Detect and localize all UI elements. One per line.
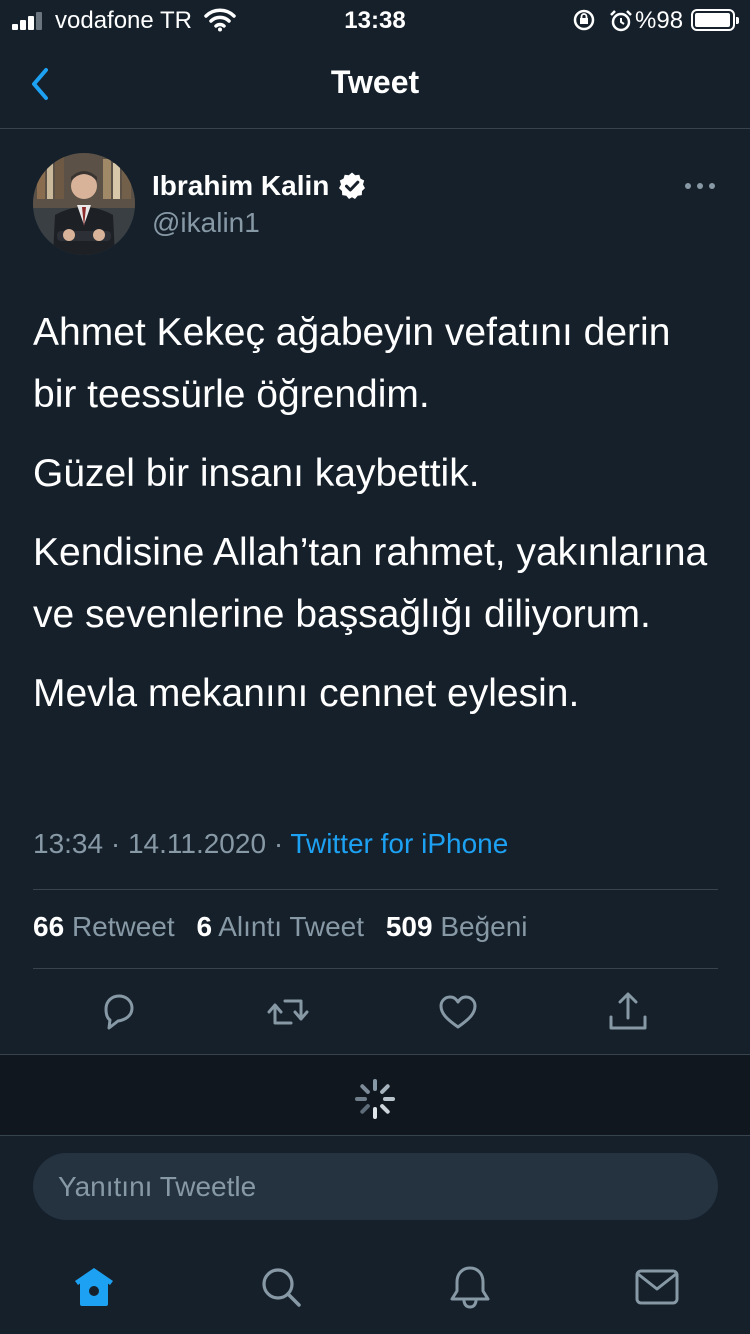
messages-icon[interactable] bbox=[633, 1263, 681, 1311]
reply-placeholder: Yanıtını Tweetle bbox=[58, 1171, 257, 1202]
page-title: Tweet bbox=[330, 64, 420, 100]
like-count: 509 bbox=[385, 911, 433, 942]
divider bbox=[33, 968, 718, 969]
search-icon[interactable] bbox=[257, 1263, 305, 1311]
share-icon[interactable] bbox=[606, 990, 650, 1034]
retweet-count: 66 bbox=[33, 911, 65, 942]
divider bbox=[33, 889, 718, 890]
tweet-source-link[interactable]: Twitter for iPhone bbox=[290, 828, 508, 859]
verified-badge-icon bbox=[339, 172, 366, 199]
battery-percentage: %98 bbox=[635, 7, 684, 34]
meta-separator: · bbox=[273, 828, 284, 859]
tweet-meta: 13:34 · 14.11.2020 · Twitter for iPhone bbox=[33, 828, 508, 860]
tweet-date: 14.11.2020 bbox=[127, 828, 267, 859]
reply-input[interactable]: Yanıtını Tweetle bbox=[33, 1153, 718, 1220]
replies-loading-area bbox=[0, 1055, 750, 1135]
author-name-text: Ibrahim Kalin bbox=[152, 170, 330, 201]
status-bar: vodafone TR 13:38 %98 bbox=[0, 0, 750, 40]
divider bbox=[0, 1135, 750, 1136]
tweet-text: Ahmet Kekeç ağabeyin vefatını derin bir … bbox=[33, 302, 723, 742]
author-handle[interactable]: @ikalin1 bbox=[152, 207, 260, 239]
quotes-stat[interactable]: 6 Alıntı Tweet bbox=[196, 911, 364, 942]
loading-spinner-icon bbox=[355, 1079, 395, 1119]
like-icon[interactable] bbox=[436, 990, 480, 1034]
retweets-stat[interactable]: 66 Retweet bbox=[33, 911, 175, 942]
tweet-paragraph: Güzel bir insanı kaybettik. bbox=[33, 452, 480, 495]
author-name[interactable]: Ibrahim Kalin bbox=[152, 170, 367, 202]
more-options-icon[interactable] bbox=[684, 176, 716, 196]
tweet-actions bbox=[0, 990, 750, 1035]
orientation-lock-icon bbox=[573, 9, 595, 31]
alarm-icon bbox=[609, 10, 632, 32]
notifications-icon[interactable] bbox=[446, 1263, 494, 1311]
tweet-paragraph: Mevla mekanını cennet eylesin. bbox=[33, 672, 580, 715]
likes-stat[interactable]: 509 Beğeni bbox=[386, 911, 528, 942]
retweet-label: Retweet bbox=[71, 911, 175, 942]
tweet-paragraph: Ahmet Kekeç ağabeyin vefatını derin bir … bbox=[33, 311, 671, 416]
tweet-time: 13:34 bbox=[33, 828, 104, 859]
battery-icon bbox=[691, 9, 739, 31]
tweet-paragraph: Kendisine Allah’tan rahmet, yakınlarına … bbox=[33, 531, 708, 636]
nav-header: Tweet bbox=[0, 40, 750, 129]
bottom-tab-bar bbox=[0, 1245, 750, 1334]
avatar[interactable] bbox=[33, 153, 135, 255]
reply-icon[interactable] bbox=[96, 990, 140, 1034]
quote-label: Alıntı Tweet bbox=[218, 911, 365, 942]
meta-separator: · bbox=[110, 828, 121, 859]
like-label: Beğeni bbox=[440, 911, 528, 942]
home-icon[interactable] bbox=[70, 1263, 118, 1311]
quote-count: 6 bbox=[196, 911, 213, 942]
tweet-stats: 66 Retweet 6 Alıntı Tweet 509 Beğeni bbox=[33, 911, 542, 943]
retweet-icon[interactable] bbox=[266, 990, 310, 1034]
